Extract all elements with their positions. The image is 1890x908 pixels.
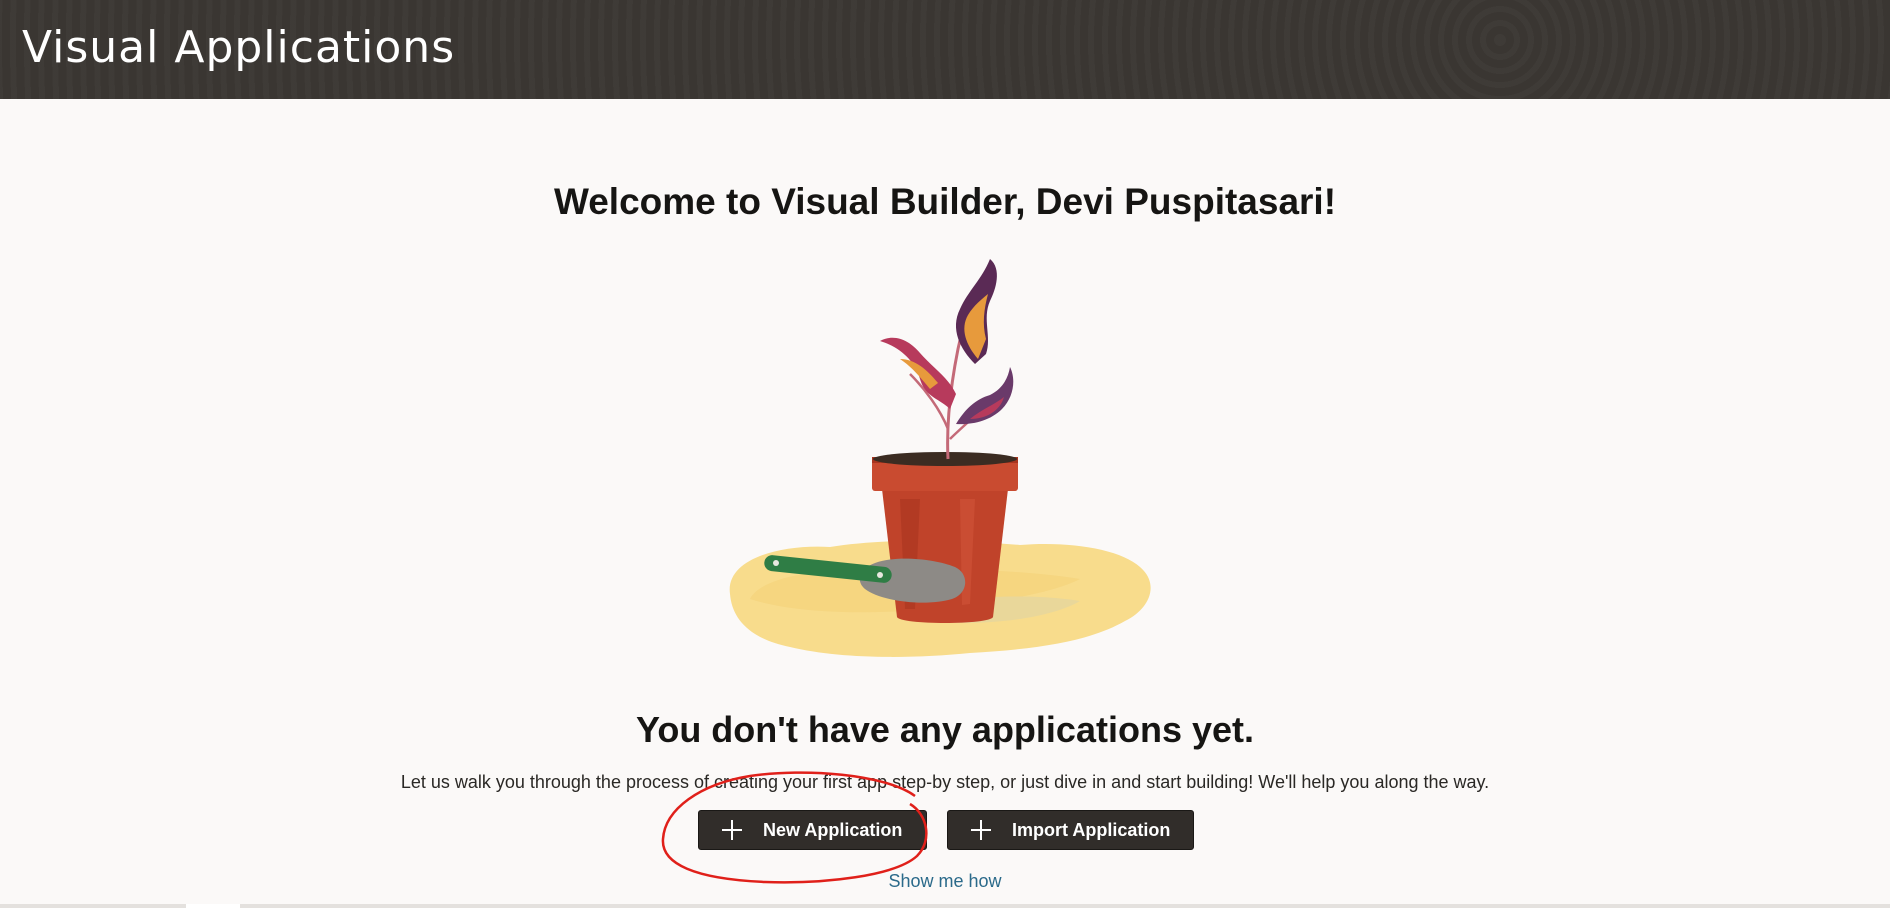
plant-pot-illustration bbox=[729, 259, 1151, 657]
show-me-how-link[interactable]: Show me how bbox=[0, 871, 1890, 892]
empty-state-description: Let us walk you through the process of c… bbox=[400, 772, 1490, 792]
import-application-label: Import Application bbox=[1012, 819, 1171, 840]
main-content: Welcome to Visual Builder, Devi Puspitas… bbox=[0, 99, 1890, 908]
scrollbar-thumb[interactable] bbox=[186, 904, 240, 908]
plus-icon bbox=[971, 820, 991, 840]
plus-icon bbox=[722, 820, 742, 840]
app-header: Visual Applications bbox=[0, 0, 1890, 99]
app-title: Visual Applications bbox=[22, 22, 456, 73]
welcome-heading: Welcome to Visual Builder, Devi Puspitas… bbox=[553, 181, 1337, 222]
new-application-label: New Application bbox=[763, 819, 903, 840]
new-application-button[interactable]: New Application bbox=[698, 810, 927, 850]
empty-state-title: You don't have any applications yet. bbox=[635, 709, 1254, 750]
import-application-button[interactable]: Import Application bbox=[947, 810, 1194, 850]
bottom-scrollbar[interactable] bbox=[0, 904, 1890, 908]
